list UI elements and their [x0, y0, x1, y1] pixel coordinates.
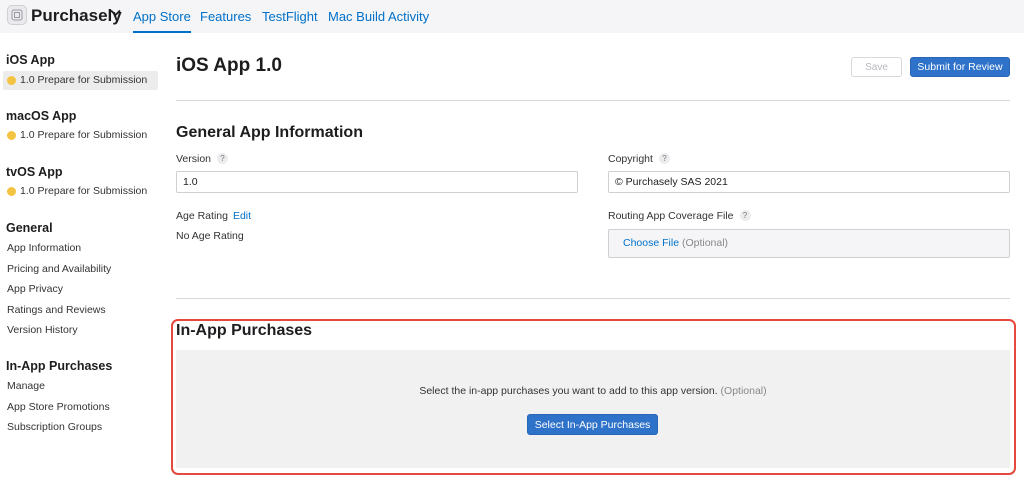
optional-note: (Optional): [720, 385, 767, 397]
divider: [176, 298, 1010, 299]
age-rating-value: No Age Rating: [176, 230, 244, 242]
sidebar-item-pricing[interactable]: Pricing and Availability: [7, 263, 111, 275]
sidebar-heading-general: General: [6, 221, 53, 235]
status-dot-icon: [7, 187, 16, 196]
sidebar-item-subscription-groups[interactable]: Subscription Groups: [7, 421, 102, 433]
help-icon[interactable]: ?: [739, 210, 751, 221]
save-button[interactable]: Save: [851, 57, 902, 77]
section-title-in-app-purchases: In-App Purchases: [176, 322, 313, 339]
choose-file-link[interactable]: Choose File: [623, 237, 679, 249]
sidebar-heading-ios: iOS App: [6, 53, 55, 67]
sidebar-item-ratings[interactable]: Ratings and Reviews: [7, 304, 106, 316]
chevron-down-icon[interactable]: [110, 9, 121, 17]
sidebar-heading-macos: macOS App: [6, 109, 77, 123]
submit-for-review-button[interactable]: Submit for Review: [910, 57, 1010, 77]
sidebar-item-version-history[interactable]: Version History: [7, 324, 78, 336]
sidebar-item-app-information[interactable]: App Information: [7, 242, 81, 254]
help-icon[interactable]: ?: [217, 153, 229, 164]
sidebar-item-tvos-version[interactable]: 1.0 Prepare for Submission: [3, 182, 158, 201]
top-bar: Purchasely App Store Features TestFlight…: [0, 0, 1024, 33]
section-title-general-info: General App Information: [176, 124, 363, 141]
copyright-label: Copyright?: [608, 153, 670, 165]
sidebar-heading-tvos: tvOS App: [6, 165, 63, 179]
copyright-field[interactable]: © Purchasely SAS 2021: [608, 171, 1010, 193]
sidebar-item-label: 1.0 Prepare for Submission: [20, 74, 148, 86]
routing-file-label: Routing App Coverage File?: [608, 210, 751, 222]
sidebar: iOS App 1.0 Prepare for Submission macOS…: [0, 33, 162, 485]
sidebar-item-app-store-promotions[interactable]: App Store Promotions: [7, 401, 110, 413]
in-app-purchases-message: Select the in-app purchases you want to …: [419, 385, 767, 397]
tab-testflight[interactable]: TestFlight: [262, 9, 318, 24]
version-label: Version?: [176, 153, 229, 165]
tab-mac-build-activity[interactable]: Mac Build Activity: [328, 9, 429, 24]
status-dot-icon: [7, 131, 16, 140]
version-field[interactable]: 1.0: [176, 171, 578, 193]
app-name[interactable]: Purchasely: [31, 6, 122, 26]
page-title: iOS App 1.0: [176, 55, 282, 76]
select-in-app-purchases-button[interactable]: Select In-App Purchases: [527, 414, 658, 435]
sidebar-item-label: 1.0 Prepare for Submission: [20, 185, 148, 197]
sidebar-item-macos-version[interactable]: 1.0 Prepare for Submission: [3, 126, 158, 145]
sidebar-heading-iap: In-App Purchases: [6, 359, 113, 373]
age-rating-edit-link[interactable]: Edit: [233, 210, 251, 222]
in-app-purchases-panel: Select the in-app purchases you want to …: [176, 350, 1010, 468]
age-rating-label: Age Rating Edit: [176, 210, 252, 222]
tab-features[interactable]: Features: [200, 9, 251, 24]
sidebar-item-app-privacy[interactable]: App Privacy: [7, 283, 63, 295]
sidebar-item-manage[interactable]: Manage: [7, 380, 45, 392]
tab-app-store[interactable]: App Store: [133, 9, 191, 33]
optional-note: (Optional): [681, 237, 729, 249]
status-dot-icon: [7, 76, 16, 85]
sidebar-item-label: 1.0 Prepare for Submission: [20, 129, 148, 141]
help-icon[interactable]: ?: [658, 153, 670, 164]
divider: [176, 100, 1010, 101]
routing-file-dropzone[interactable]: Choose File (Optional): [608, 229, 1010, 258]
app-logo-icon[interactable]: [7, 5, 27, 25]
sidebar-item-ios-version[interactable]: 1.0 Prepare for Submission: [3, 71, 158, 90]
